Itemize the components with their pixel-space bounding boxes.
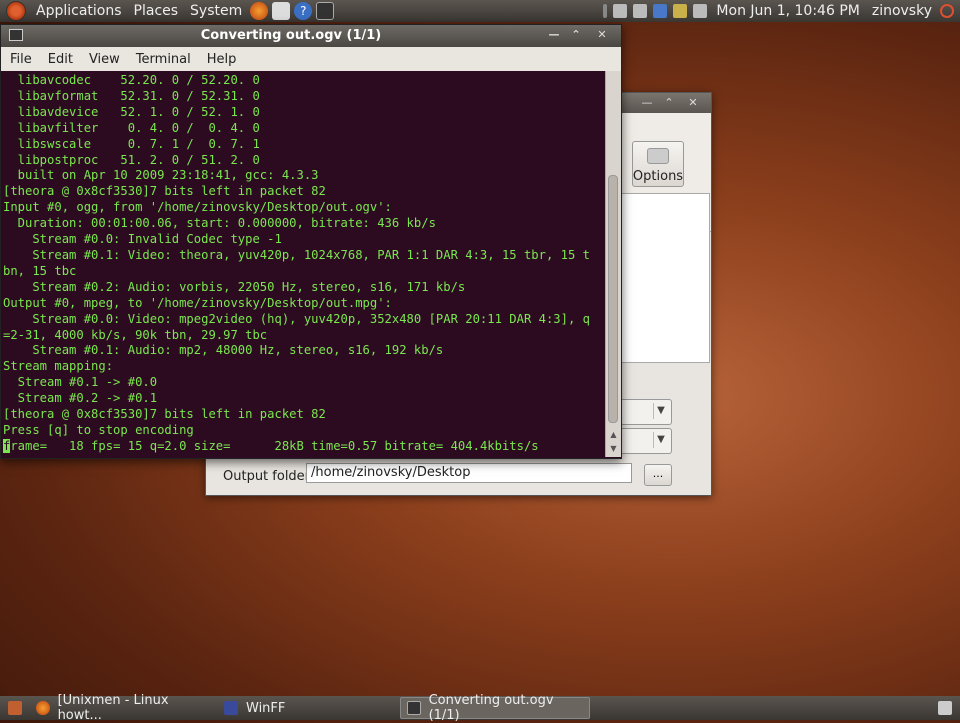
terminal-line: Stream mapping: — [3, 359, 114, 374]
options-label: Options — [632, 169, 684, 184]
window-list-icon[interactable] — [633, 4, 648, 18]
maximize-icon[interactable]: ⌃ — [567, 28, 585, 42]
minimize-icon[interactable]: — — [638, 96, 656, 110]
close-icon[interactable]: ✕ — [684, 96, 702, 110]
menu-terminal[interactable]: Terminal — [127, 52, 198, 67]
maximize-icon[interactable]: ⌃ — [660, 96, 678, 110]
network-icon[interactable] — [613, 4, 628, 18]
display-icon[interactable] — [673, 4, 688, 18]
terminal-line: [theora @ 0x8cf3530]7 bits left in packe… — [3, 407, 326, 422]
drag-handle-icon — [603, 4, 608, 18]
terminal-line: built on Apr 10 2009 23:18:41, gcc: 4.3.… — [17, 168, 319, 183]
menu-applications[interactable]: Applications — [30, 3, 128, 19]
trash-button[interactable] — [932, 698, 958, 718]
terminal-line: Press [q] to stop encoding — [3, 422, 194, 437]
scroll-thumb[interactable] — [608, 175, 618, 423]
bluetooth-icon[interactable] — [653, 4, 668, 18]
firefox-icon — [36, 701, 50, 715]
terminal-line: Stream #0.0: Invalid Codec type -1 — [32, 232, 282, 247]
terminal-line: bn, 15 tbc — [3, 263, 77, 278]
terminal-line: [theora @ 0x8cf3530]7 bits left in packe… — [3, 184, 326, 199]
chevron-down-icon: ▼ — [653, 432, 668, 448]
user-name[interactable]: zinovsky — [866, 3, 938, 19]
show-desktop-button[interactable] — [0, 698, 30, 718]
firefox-icon[interactable] — [250, 2, 269, 20]
terminal-line: libswscale 0. 7. 1 / 0. 7. 1 — [17, 136, 260, 151]
device-combo[interactable]: ▼ — [620, 399, 672, 425]
taskbar-item-firefox[interactable]: [Unixmen - Linux howt... — [30, 693, 218, 723]
terminal-launcher-icon[interactable] — [316, 2, 335, 20]
scroll-up-icon[interactable]: ▲ — [608, 429, 619, 441]
terminal-line: Output #0, mpeg, to '/home/zinovsky/Desk… — [3, 295, 392, 310]
power-icon[interactable] — [940, 4, 954, 18]
close-icon[interactable]: ✕ — [593, 28, 611, 42]
terminal-line: Stream #0.0: Video: mpeg2video (hq), yuv… — [32, 311, 590, 326]
terminal-titlebar[interactable]: Converting out.ogv (1/1) — ⌃ ✕ — [1, 25, 621, 47]
terminal-menubar: File Edit View Terminal Help — [1, 47, 621, 72]
terminal-scrollbar[interactable]: ▲ ▼ — [605, 71, 621, 457]
volume-icon[interactable] — [693, 4, 708, 18]
terminal-progress-line: rame= 18 fps= 15 q=2.0 size= 28kB time=0… — [10, 438, 539, 453]
terminal-line: Stream #0.2 -> #0.1 — [17, 391, 158, 406]
menu-system[interactable]: System — [184, 3, 248, 19]
terminal-line: libpostproc 51. 2. 0 / 51. 2. 0 — [17, 152, 260, 167]
window-title: Converting out.ogv (1/1) — [200, 28, 382, 43]
output-folder-label: Output folder — [223, 469, 311, 484]
terminal-output[interactable]: libavcodec 52.20. 0 / 52.20. 0 libavform… — [1, 71, 605, 457]
help-icon[interactable]: ? — [294, 2, 313, 20]
terminal-line: libavfilter 0. 4. 0 / 0. 4. 0 — [17, 120, 260, 135]
desktop-icon — [8, 701, 22, 715]
options-button[interactable]: Options — [632, 141, 684, 187]
browse-button[interactable]: ... — [644, 464, 672, 486]
terminal-line: Duration: 00:01:00.06, start: 0.000000, … — [17, 216, 436, 231]
scroll-down-icon[interactable]: ▼ — [608, 443, 619, 455]
terminal-line: libavcodec 52.20. 0 / 52.20. 0 — [17, 73, 260, 87]
trash-icon — [938, 701, 952, 715]
terminal-line: Input #0, ogg, from '/home/zinovsky/Desk… — [3, 200, 392, 215]
terminal-line: Stream #0.1: Audio: mp2, 48000 Hz, stere… — [32, 343, 444, 358]
winff-icon — [224, 701, 238, 715]
chevron-down-icon: ▼ — [653, 403, 668, 419]
ubuntu-logo-icon[interactable] — [6, 1, 26, 21]
menu-places[interactable]: Places — [128, 3, 185, 19]
terminal-line: Stream #0.2: Audio: vorbis, 22050 Hz, st… — [32, 279, 466, 294]
top-panel: Applications Places System ? Mon Jun 1, … — [0, 0, 960, 22]
clock[interactable]: Mon Jun 1, 10:46 PM — [710, 3, 865, 19]
taskbar-label: WinFF — [246, 700, 286, 716]
menu-help[interactable]: Help — [198, 52, 244, 67]
taskbar-item-terminal[interactable]: Converting out.ogv (1/1) — [400, 693, 590, 723]
menu-view[interactable]: View — [80, 52, 127, 67]
terminal-text: libavcodec 52.20. 0 / 52.20. 0 libavform… — [1, 71, 605, 455]
terminal-line: =2-31, 4000 kb/s, 90k tbn, 29.97 tbc — [3, 327, 268, 342]
terminal-line: Stream #0.1: Video: theora, yuv420p, 102… — [32, 247, 590, 262]
mail-icon[interactable] — [272, 2, 291, 20]
bottom-panel: [Unixmen - Linux howt... WinFF Convertin… — [0, 693, 960, 723]
menu-file[interactable]: File — [1, 52, 39, 67]
terminal-window: Converting out.ogv (1/1) — ⌃ ✕ File Edit… — [0, 24, 622, 459]
terminal-line: libavformat 52.31. 0 / 52.31. 0 — [17, 88, 260, 103]
options-icon — [647, 148, 669, 164]
taskbar-label: [Unixmen - Linux howt... — [57, 693, 169, 723]
output-folder-input[interactable]: /home/zinovsky/Desktop — [306, 463, 632, 483]
system-tray: Mon Jun 1, 10:46 PM zinovsky — [600, 0, 960, 22]
terminal-line: Stream #0.1 -> #0.0 — [17, 375, 158, 390]
taskbar-label: Converting out.ogv (1/1) — [428, 693, 554, 723]
preset-combo[interactable]: ▼ — [620, 428, 672, 454]
menu-edit[interactable]: Edit — [39, 52, 80, 67]
minimize-icon[interactable]: — — [545, 28, 563, 42]
taskbar-item-winff[interactable]: WinFF — [218, 698, 400, 718]
terminal-icon — [407, 701, 421, 715]
terminal-line: libavdevice 52. 1. 0 / 52. 1. 0 — [17, 104, 260, 119]
